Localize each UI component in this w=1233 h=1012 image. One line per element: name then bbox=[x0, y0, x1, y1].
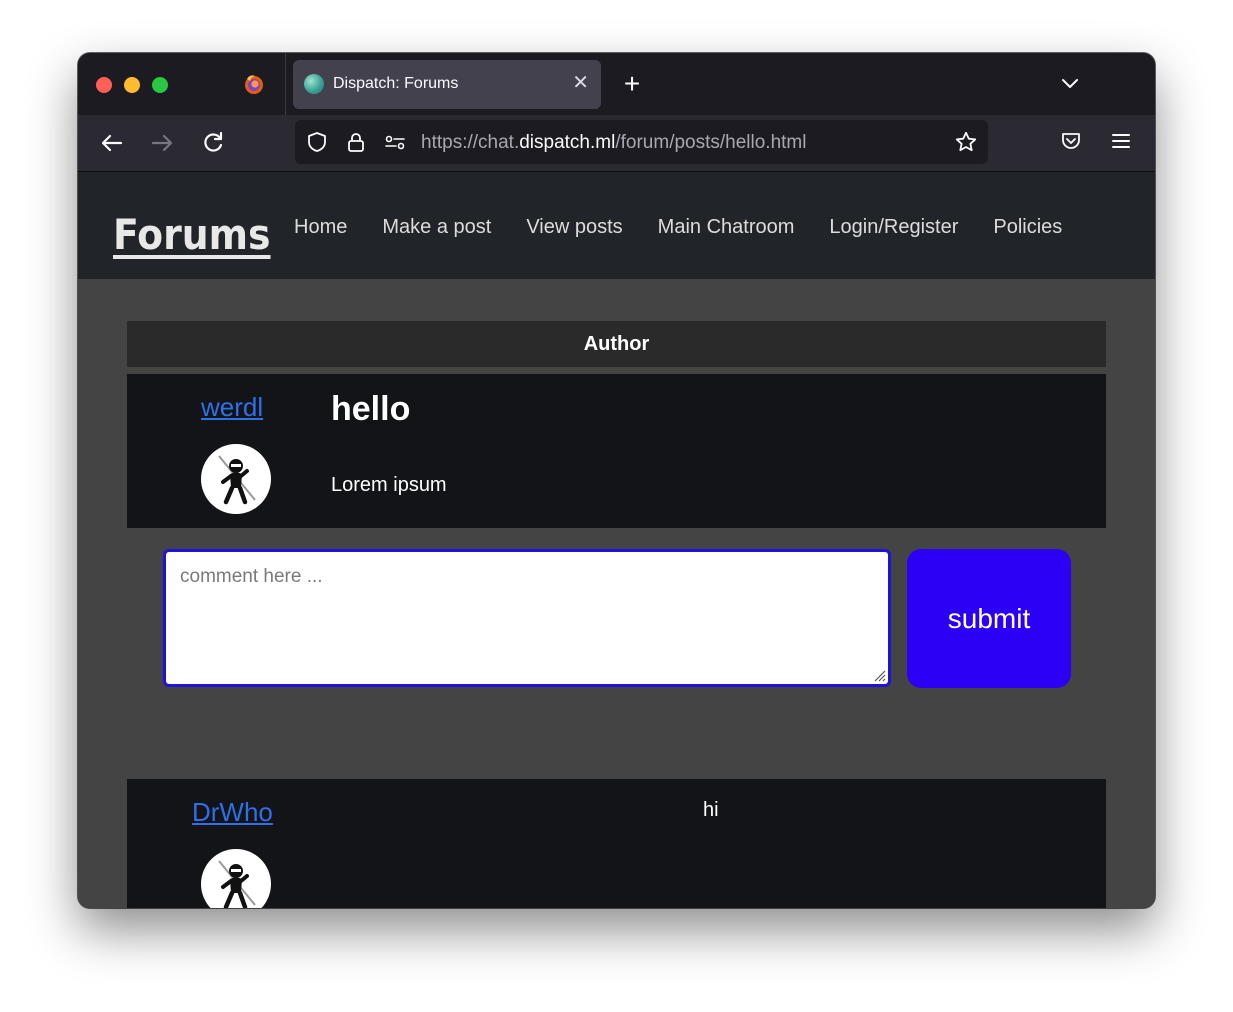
reload-icon[interactable] bbox=[199, 129, 227, 157]
new-tab-button[interactable]: + bbox=[618, 67, 646, 101]
bookmark-star-icon[interactable] bbox=[954, 130, 978, 154]
tab-title: Dispatch: Forums bbox=[333, 75, 459, 92]
active-tab[interactable]: Dispatch: Forums ✕ bbox=[293, 60, 601, 109]
maximize-window-button[interactable] bbox=[152, 77, 168, 93]
firefox-icon[interactable] bbox=[243, 73, 265, 95]
tab-strip: Dispatch: Forums ✕ + bbox=[78, 53, 1155, 115]
pocket-icon[interactable] bbox=[1059, 129, 1083, 153]
globe-icon bbox=[304, 74, 324, 94]
resize-handle-icon[interactable] bbox=[870, 666, 886, 682]
permissions-icon[interactable] bbox=[384, 131, 406, 153]
avatar bbox=[201, 444, 271, 514]
post-card: werdl hello Lorem ipsum bbox=[127, 374, 1106, 528]
close-tab-icon[interactable]: ✕ bbox=[572, 72, 589, 94]
page-viewport: Forums Home Make a post View posts Main … bbox=[78, 172, 1155, 908]
shield-icon[interactable] bbox=[306, 131, 328, 153]
nav-make-post-link[interactable]: Make a post bbox=[382, 216, 491, 239]
url-text[interactable]: https://chat.dispatch.ml/forum/posts/hel… bbox=[421, 132, 806, 154]
nav-home-link[interactable]: Home bbox=[294, 216, 347, 239]
navigation-toolbar: https://chat.dispatch.ml/forum/posts/hel… bbox=[78, 115, 1155, 172]
comment-author-link[interactable]: DrWho bbox=[192, 797, 273, 828]
close-window-button[interactable] bbox=[96, 77, 112, 93]
hamburger-menu-icon[interactable] bbox=[1109, 129, 1133, 153]
author-column-header: Author bbox=[127, 321, 1106, 367]
back-arrow-icon[interactable] bbox=[98, 129, 126, 157]
forward-arrow-icon[interactable] bbox=[148, 129, 176, 157]
comment-input[interactable] bbox=[166, 552, 888, 684]
browser-window: Dispatch: Forums ✕ + https://chat.dispat… bbox=[78, 53, 1155, 908]
post-author-link[interactable]: werdl bbox=[201, 392, 263, 423]
site-brand-link[interactable]: Forums bbox=[113, 210, 271, 259]
site-nav: Home Make a post View posts Main Chatroo… bbox=[294, 216, 1097, 239]
submit-comment-button[interactable]: submit bbox=[907, 549, 1071, 688]
minimize-window-button[interactable] bbox=[124, 77, 140, 93]
ninja-avatar-icon bbox=[218, 455, 256, 505]
post-body: Lorem ipsum bbox=[331, 474, 447, 496]
tab-separator bbox=[285, 53, 286, 115]
post-title: hello bbox=[331, 390, 411, 428]
ninja-avatar-icon bbox=[218, 860, 256, 908]
comment-card: DrWho hi bbox=[127, 779, 1106, 908]
nav-policies-link[interactable]: Policies bbox=[993, 216, 1062, 239]
nav-login-register-link[interactable]: Login/Register bbox=[829, 216, 958, 239]
site-header: Forums Home Make a post View posts Main … bbox=[78, 172, 1155, 279]
chevron-down-icon[interactable] bbox=[1058, 71, 1082, 95]
avatar bbox=[201, 849, 271, 908]
comment-text: hi bbox=[703, 799, 719, 821]
url-bar[interactable]: https://chat.dispatch.ml/forum/posts/hel… bbox=[295, 120, 988, 164]
nav-main-chatroom-link[interactable]: Main Chatroom bbox=[658, 216, 795, 239]
nav-view-posts-link[interactable]: View posts bbox=[526, 216, 622, 239]
lock-icon[interactable] bbox=[345, 131, 367, 153]
comment-input-wrapper bbox=[163, 549, 891, 687]
